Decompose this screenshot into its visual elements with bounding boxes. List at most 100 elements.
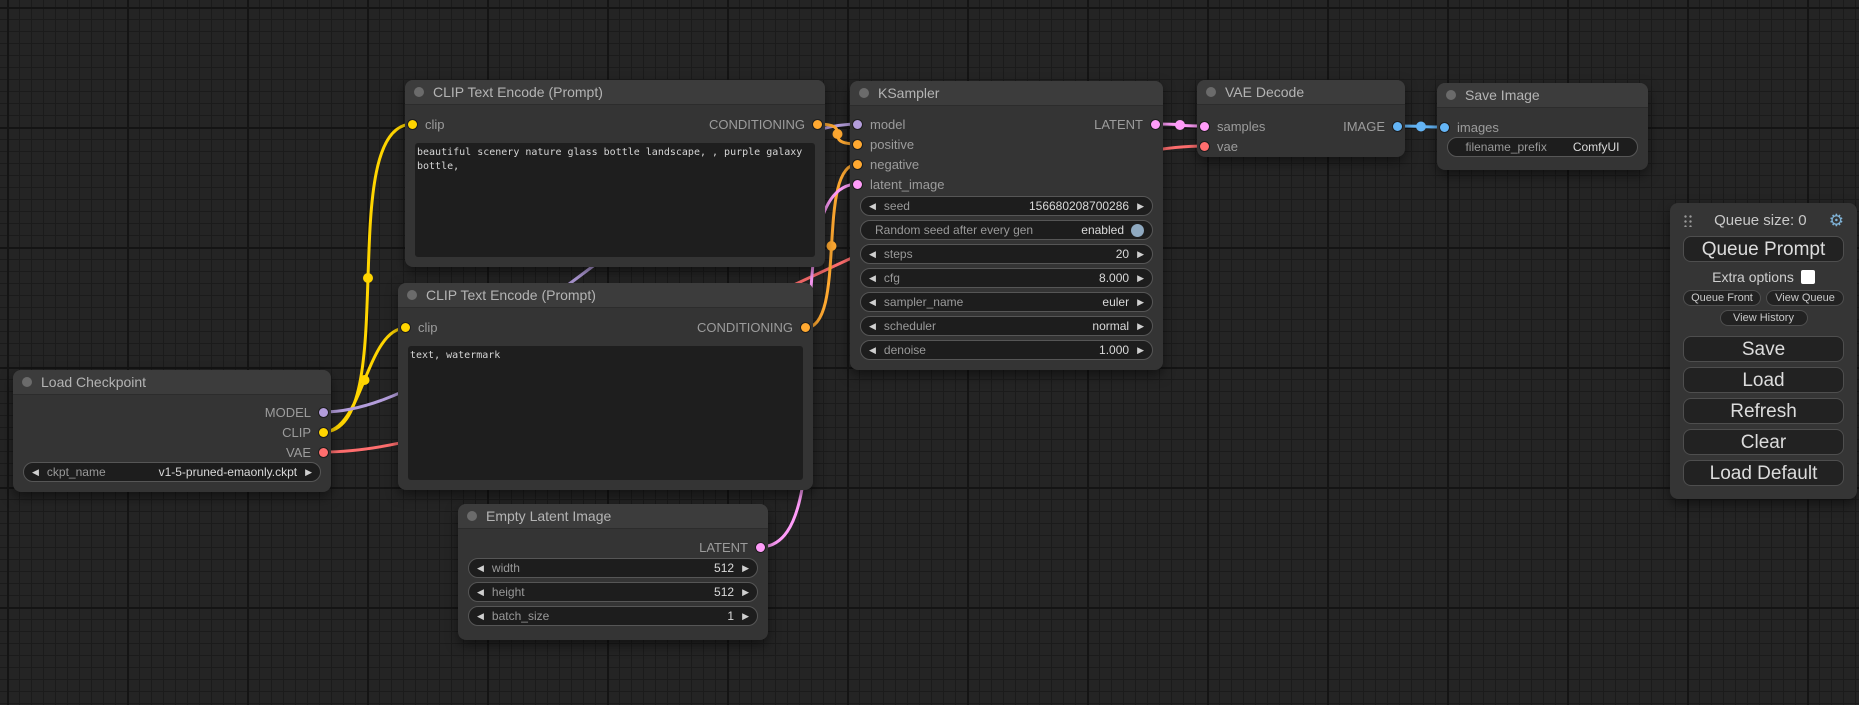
increment-arrow-icon[interactable]: ▶ [305, 468, 312, 477]
model-output-dot[interactable] [319, 408, 328, 417]
prompt-textarea[interactable]: beautiful scenery nature glass bottle la… [415, 143, 815, 257]
decrement-arrow-icon[interactable]: ◀ [869, 346, 876, 355]
node-title: Empty Latent Image [486, 508, 611, 524]
width-widget[interactable]: ◀ width 512 ▶ [468, 558, 758, 578]
increment-arrow-icon[interactable]: ▶ [1137, 322, 1144, 331]
node-save-image[interactable]: Save Image images filename_prefix ComfyU… [1437, 83, 1648, 170]
positive-input-dot[interactable] [853, 140, 862, 149]
increment-arrow-icon[interactable]: ▶ [742, 612, 749, 621]
output-label: CONDITIONING [709, 117, 805, 132]
latent-output-dot[interactable] [756, 543, 765, 552]
save-button[interactable]: Save [1683, 336, 1844, 362]
images-input-dot[interactable] [1440, 123, 1449, 132]
widget-value: 512 [533, 585, 734, 599]
node-load-checkpoint[interactable]: Load Checkpoint MODEL CLIP VAE ◀ ckpt_na… [13, 370, 331, 492]
node-title: CLIP Text Encode (Prompt) [426, 287, 596, 303]
decrement-arrow-icon[interactable]: ◀ [32, 468, 39, 477]
node-title: VAE Decode [1225, 84, 1304, 100]
vae-output-dot[interactable] [319, 448, 328, 457]
collapse-dot[interactable] [407, 290, 417, 300]
increment-arrow-icon[interactable]: ▶ [1137, 346, 1144, 355]
vae-input-dot[interactable] [1200, 142, 1209, 151]
denoise-widget[interactable]: ◀ denoise 1.000 ▶ [860, 340, 1153, 360]
increment-arrow-icon[interactable]: ▶ [742, 588, 749, 597]
load-button[interactable]: Load [1683, 367, 1844, 393]
decrement-arrow-icon[interactable]: ◀ [477, 588, 484, 597]
node-empty-latent-image[interactable]: Empty Latent Image LATENT ◀ width 512 ▶ … [458, 504, 768, 640]
decrement-arrow-icon[interactable]: ◀ [477, 564, 484, 573]
output-label: CLIP [282, 425, 311, 440]
increment-arrow-icon[interactable]: ▶ [1137, 298, 1144, 307]
view-queue-button[interactable]: View Queue [1766, 290, 1844, 306]
queue-prompt-button[interactable]: Queue Prompt [1683, 236, 1844, 262]
node-title-bar[interactable]: KSampler [850, 81, 1163, 106]
node-ksampler[interactable]: KSampler model positive negative latent_… [850, 81, 1163, 370]
settings-gear-icon[interactable]: ⚙ [1829, 212, 1844, 229]
refresh-button[interactable]: Refresh [1683, 398, 1844, 424]
collapse-dot[interactable] [1446, 90, 1456, 100]
sampler-name-widget[interactable]: ◀ sampler_name euler ▶ [860, 292, 1153, 312]
node-title-bar[interactable]: Save Image [1437, 83, 1648, 108]
conditioning-output-dot[interactable] [801, 323, 810, 332]
increment-arrow-icon[interactable]: ▶ [1137, 250, 1144, 259]
steps-widget[interactable]: ◀ steps 20 ▶ [860, 244, 1153, 264]
view-history-button[interactable]: View History [1720, 310, 1808, 326]
batch-size-widget[interactable]: ◀ batch_size 1 ▶ [468, 606, 758, 626]
node-title-bar[interactable]: CLIP Text Encode (Prompt) [398, 283, 813, 308]
drag-handle-icon[interactable] [1683, 214, 1692, 227]
cfg-widget[interactable]: ◀ cfg 8.000 ▶ [860, 268, 1153, 288]
output-label: IMAGE [1343, 119, 1385, 134]
widget-value: normal [944, 319, 1129, 333]
height-widget[interactable]: ◀ height 512 ▶ [468, 582, 758, 602]
widget-value: ComfyUI [1573, 140, 1620, 154]
collapse-dot[interactable] [467, 511, 477, 521]
decrement-arrow-icon[interactable]: ◀ [869, 322, 876, 331]
increment-arrow-icon[interactable]: ▶ [742, 564, 749, 573]
output-label: CONDITIONING [697, 320, 793, 335]
filename-prefix-widget[interactable]: filename_prefix ComfyUI [1447, 137, 1638, 157]
seed-widget[interactable]: ◀ seed 156680208700286 ▶ [860, 196, 1153, 216]
collapse-dot[interactable] [859, 88, 869, 98]
output-label: LATENT [699, 540, 748, 555]
node-title-bar[interactable]: VAE Decode [1197, 80, 1405, 105]
latent-input-dot[interactable] [853, 180, 862, 189]
node-clip-text-encode-positive[interactable]: CLIP Text Encode (Prompt) clip CONDITION… [405, 80, 825, 267]
decrement-arrow-icon[interactable]: ◀ [869, 202, 876, 211]
toggle-knob[interactable] [1131, 224, 1144, 237]
queue-front-button[interactable]: Queue Front [1683, 290, 1761, 306]
prompt-textarea[interactable]: text, watermark [408, 346, 803, 480]
node-title-bar[interactable]: Load Checkpoint [13, 370, 331, 395]
ckpt-name-widget[interactable]: ◀ ckpt_name v1-5-pruned-emaonly.ckpt ▶ [23, 462, 321, 482]
widget-label: filename_prefix [1465, 140, 1546, 154]
graph-canvas[interactable]: Load Checkpoint MODEL CLIP VAE ◀ ckpt_na… [0, 0, 1859, 705]
increment-arrow-icon[interactable]: ▶ [1137, 202, 1144, 211]
output-slot-conditioning: CONDITIONING [405, 114, 825, 134]
node-title-bar[interactable]: CLIP Text Encode (Prompt) [405, 80, 825, 105]
increment-arrow-icon[interactable]: ▶ [1137, 274, 1144, 283]
node-title-bar[interactable]: Empty Latent Image [458, 504, 768, 529]
decrement-arrow-icon[interactable]: ◀ [869, 250, 876, 259]
image-output-dot[interactable] [1393, 122, 1402, 131]
input-label: vae [1217, 139, 1238, 154]
decrement-arrow-icon[interactable]: ◀ [869, 274, 876, 283]
collapse-dot[interactable] [414, 87, 424, 97]
conditioning-output-dot[interactable] [813, 120, 822, 129]
scheduler-widget[interactable]: ◀ scheduler normal ▶ [860, 316, 1153, 336]
output-slot-model: MODEL [13, 402, 331, 422]
node-vae-decode[interactable]: VAE Decode samples vae IMAGE [1197, 80, 1405, 157]
output-slot-clip: CLIP [13, 422, 331, 442]
load-default-button[interactable]: Load Default [1683, 460, 1844, 486]
decrement-arrow-icon[interactable]: ◀ [477, 612, 484, 621]
collapse-dot[interactable] [22, 377, 32, 387]
node-clip-text-encode-negative[interactable]: CLIP Text Encode (Prompt) clip CONDITION… [398, 283, 813, 490]
queue-panel: Queue size: 0 ⚙ Queue Prompt Extra optio… [1670, 203, 1857, 499]
widget-value: euler [971, 295, 1129, 309]
clear-button[interactable]: Clear [1683, 429, 1844, 455]
clip-output-dot[interactable] [319, 428, 328, 437]
collapse-dot[interactable] [1206, 87, 1216, 97]
random-seed-toggle-widget[interactable]: Random seed after every gen enabled [860, 220, 1153, 240]
negative-input-dot[interactable] [853, 160, 862, 169]
extra-options-checkbox[interactable] [1801, 270, 1815, 284]
latent-output-dot[interactable] [1151, 120, 1160, 129]
decrement-arrow-icon[interactable]: ◀ [869, 298, 876, 307]
